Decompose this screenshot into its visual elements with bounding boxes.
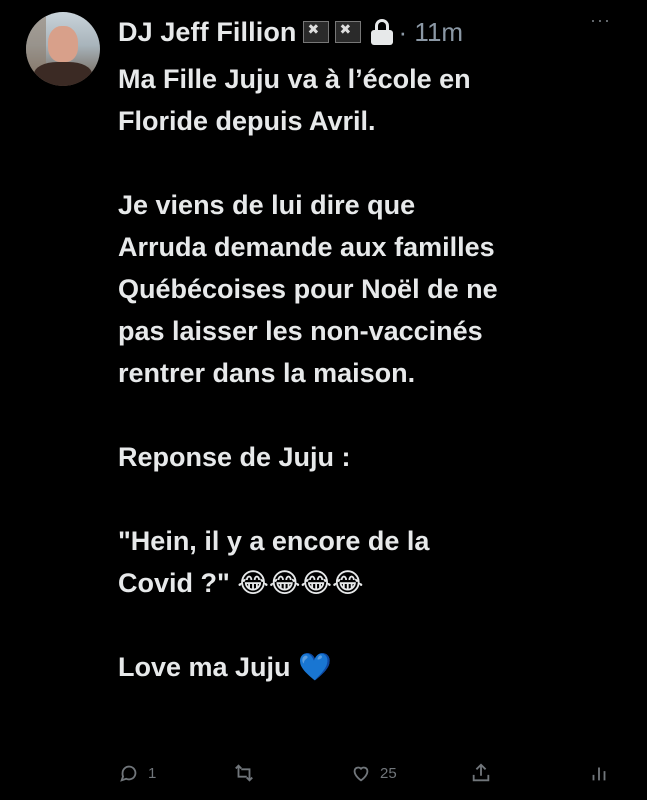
tweet-line: Reponse de Juju : [118,442,351,472]
share-icon [472,763,490,782]
tweet-header: DJ Jeff Fillion · 11m [118,14,463,50]
like-icon [353,766,369,782]
share-button[interactable] [470,762,492,784]
reply-icon [120,765,137,782]
analytics-icon [592,767,606,781]
pirate-flag-icon [302,21,329,43]
reply-count: 1 [148,764,157,782]
tweet-line: pas laisser les non-vaccinés [118,316,483,346]
tweet-line: Covid ?" 😂😂😂😂 [118,568,364,598]
retweet-icon [235,764,253,782]
tweet-line: Québécoises pour Noël de ne [118,274,498,304]
more-icon[interactable]: ··· [590,10,611,31]
like-count: 25 [380,764,397,782]
tweet-line: Je viens de lui dire que [118,190,416,220]
reply-button[interactable]: 1 [118,762,156,784]
tweet: DJ Jeff Fillion · 11m ··· Ma Fille Juju … [0,0,647,800]
like-button[interactable]: 25 [350,762,397,784]
action-bar: 1 25 [118,762,618,794]
tweet-line: Ma Fille Juju va à l’école en [118,64,471,94]
tweet-text: Ma Fille Juju va à l’école en Floride de… [118,58,628,688]
timestamp[interactable]: · 11m [399,17,464,48]
tweet-line: Love ma Juju 💙 [118,652,332,682]
tweet-line: Arruda demande aux familles [118,232,495,262]
author-name[interactable]: DJ Jeff Fillion [118,17,297,48]
lock-icon [370,19,393,45]
pirate-flag-icon [334,21,361,43]
analytics-button[interactable] [588,762,610,784]
retweet-button[interactable] [233,762,263,784]
tweet-line: Floride depuis Avril. [118,106,376,136]
avatar[interactable] [26,12,100,86]
tweet-line: rentrer dans la maison. [118,358,416,388]
tweet-line: "Hein, il y a encore de la [118,526,430,556]
